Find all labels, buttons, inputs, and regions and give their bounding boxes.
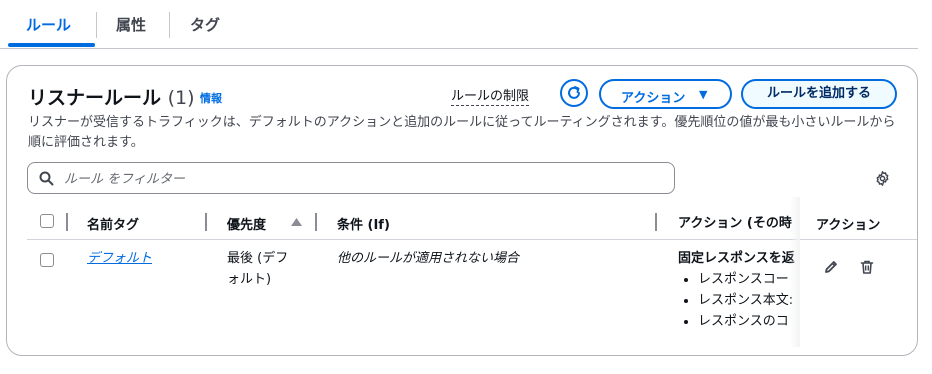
priority-line-1: 最後 (デフ (227, 251, 289, 266)
tab-divider (96, 12, 97, 38)
edit-icon[interactable] (823, 259, 839, 275)
column-divider (205, 213, 207, 231)
delete-icon[interactable] (859, 259, 875, 275)
column-header-condition[interactable]: 条件 (If) (337, 214, 390, 233)
refresh-icon (568, 86, 580, 99)
select-all-checkbox[interactable] (40, 214, 54, 228)
action-detail-item: レスポンス本文: (698, 290, 798, 311)
tab-tags[interactable]: タグ (190, 14, 220, 35)
caret-down-icon: ▼ (699, 88, 708, 101)
row-select-checkbox[interactable] (40, 253, 54, 267)
rule-limits-link[interactable]: ルールの制限 (451, 85, 530, 106)
column-header-action-then[interactable]: アクション (その時 (678, 213, 792, 234)
tab-rules[interactable]: ルール (26, 14, 71, 35)
listener-rules-panel: リスナールール (1) 情報 ルールの制限 アクション ▼ ルールを追加する リ… (6, 65, 918, 356)
rule-action: 固定レスポンスを返 レスポンスコー レスポンス本文: レスポンスのコ (678, 248, 798, 332)
search-icon (39, 171, 54, 186)
rule-count: (1) (167, 87, 195, 109)
panel-title-text: リスナールール (28, 87, 162, 109)
gear-icon[interactable] (874, 170, 891, 187)
column-header-priority[interactable]: 優先度 (227, 214, 266, 233)
action-detail-item: レスポンスコー (698, 269, 798, 290)
info-link[interactable]: 情報 (200, 90, 222, 106)
rule-priority: 最後 (デフ ォルト) (227, 248, 307, 290)
tab-bar: ルール 属性 タグ (0, 0, 918, 49)
action-detail-item: レスポンスのコ (698, 311, 798, 332)
filter-input[interactable] (62, 168, 666, 190)
panel-description: リスナーが受信するトラフィックは、デフォルトのアクションと追加のルールに従ってル… (28, 115, 896, 150)
action-column-clip: アクション (その時 固定レスポンスを返 レスポンスコー レスポンス本文: レス… (678, 197, 798, 347)
tab-divider (169, 12, 170, 38)
column-divider (315, 213, 317, 231)
column-divider (655, 213, 657, 231)
active-tab-indicator (8, 43, 95, 47)
tab-attributes[interactable]: 属性 (116, 14, 146, 35)
actions-button-label: アクション (621, 91, 686, 106)
refresh-button[interactable] (560, 79, 588, 107)
panel-title: リスナールール (1) (28, 83, 195, 110)
action-detail-list: レスポンスコー レスポンス本文: レスポンスのコ (678, 269, 798, 332)
action-title: 固定レスポンスを返 (678, 251, 795, 266)
add-rule-button[interactable]: ルールを追加する (741, 79, 897, 109)
column-header-name-tag[interactable]: 名前タグ (87, 214, 139, 233)
column-header-actions: アクション (816, 218, 881, 233)
rule-filter[interactable] (27, 162, 675, 194)
scroll-fade-shadow (790, 197, 800, 347)
sort-ascending-icon[interactable] (291, 218, 302, 226)
column-divider (66, 213, 68, 231)
actions-dropdown-button[interactable]: アクション ▼ (599, 79, 732, 109)
rule-name-link[interactable]: デフォルト (87, 248, 152, 269)
rule-condition: 他のルールが適用されない場合 (337, 251, 520, 266)
priority-line-2: ォルト) (227, 272, 272, 287)
